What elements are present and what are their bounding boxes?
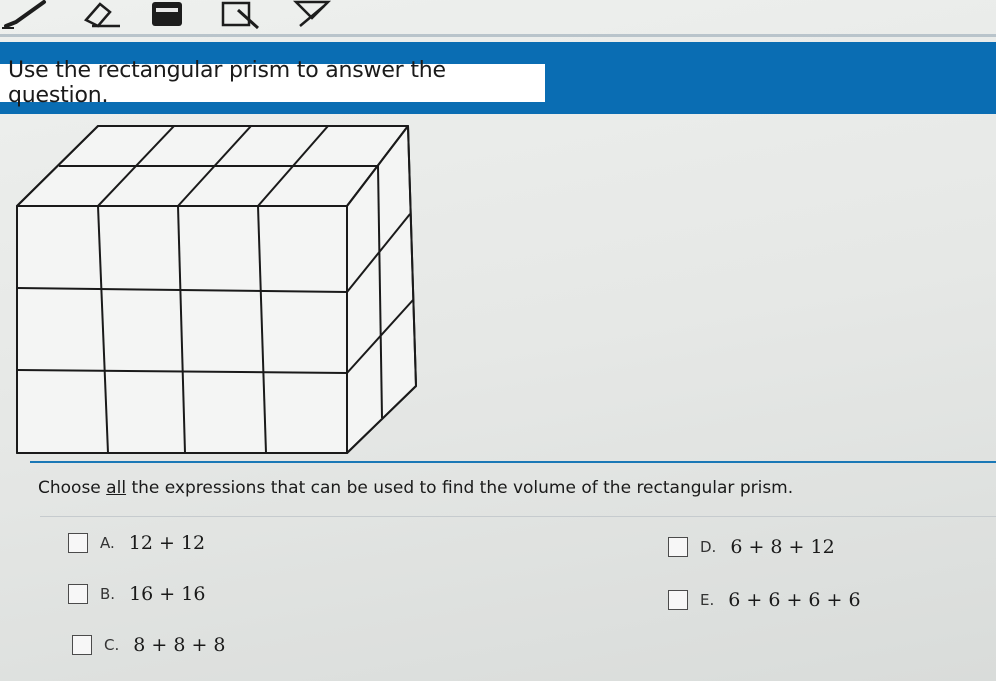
prism-diagram [16,125,417,454]
choice-e[interactable]: E. 6 + 6 + 6 + 6 [668,589,861,611]
choice-d[interactable]: D. 6 + 8 + 12 [668,536,835,558]
choice-d-expression: 6 + 8 + 12 [730,536,835,558]
question-instruction: Choose all the expressions that can be u… [38,478,793,498]
choice-b-letter: B. [100,585,116,603]
choice-c-letter: C. [104,636,120,654]
choice-a-letter: A. [100,534,115,552]
eraser-icon[interactable] [80,0,124,28]
choice-c-expression: 8 + 8 + 8 [133,634,226,656]
instruction-emphasis: all [106,478,127,498]
checkbox-d[interactable] [668,537,688,557]
checkbox-b[interactable] [68,584,88,604]
toolbar [0,0,996,37]
choice-b[interactable]: B. 16 + 16 [68,583,205,605]
rectangular-prism-figure [10,118,430,463]
question-banner: Use the rectangular prism to answer the … [0,42,996,114]
checkbox-c[interactable] [72,635,92,655]
calculator-icon[interactable] [150,0,184,28]
section-divider [30,461,996,463]
reference-icon[interactable] [292,0,332,28]
instruction-suffix: the expressions that can be used to find… [126,478,794,498]
checkbox-a[interactable] [68,533,88,553]
choice-a[interactable]: A. 12 + 12 [68,532,205,554]
choice-d-letter: D. [700,538,717,556]
choice-c[interactable]: C. 8 + 8 + 8 [72,634,226,656]
choice-a-expression: 12 + 12 [128,532,206,554]
notepad-icon[interactable] [220,0,262,30]
pencil-icon[interactable] [2,0,50,29]
banner-title-box: Use the rectangular prism to answer the … [0,58,545,108]
question-title: Use the rectangular prism to answer the … [8,58,446,108]
choice-b-expression: 16 + 16 [129,583,206,605]
checkbox-e[interactable] [668,590,688,610]
toolbar-divider [0,34,996,37]
choice-e-expression: 6 + 6 + 6 + 6 [728,589,861,611]
instruction-prefix: Choose [38,478,107,498]
choice-e-letter: E. [700,591,715,609]
